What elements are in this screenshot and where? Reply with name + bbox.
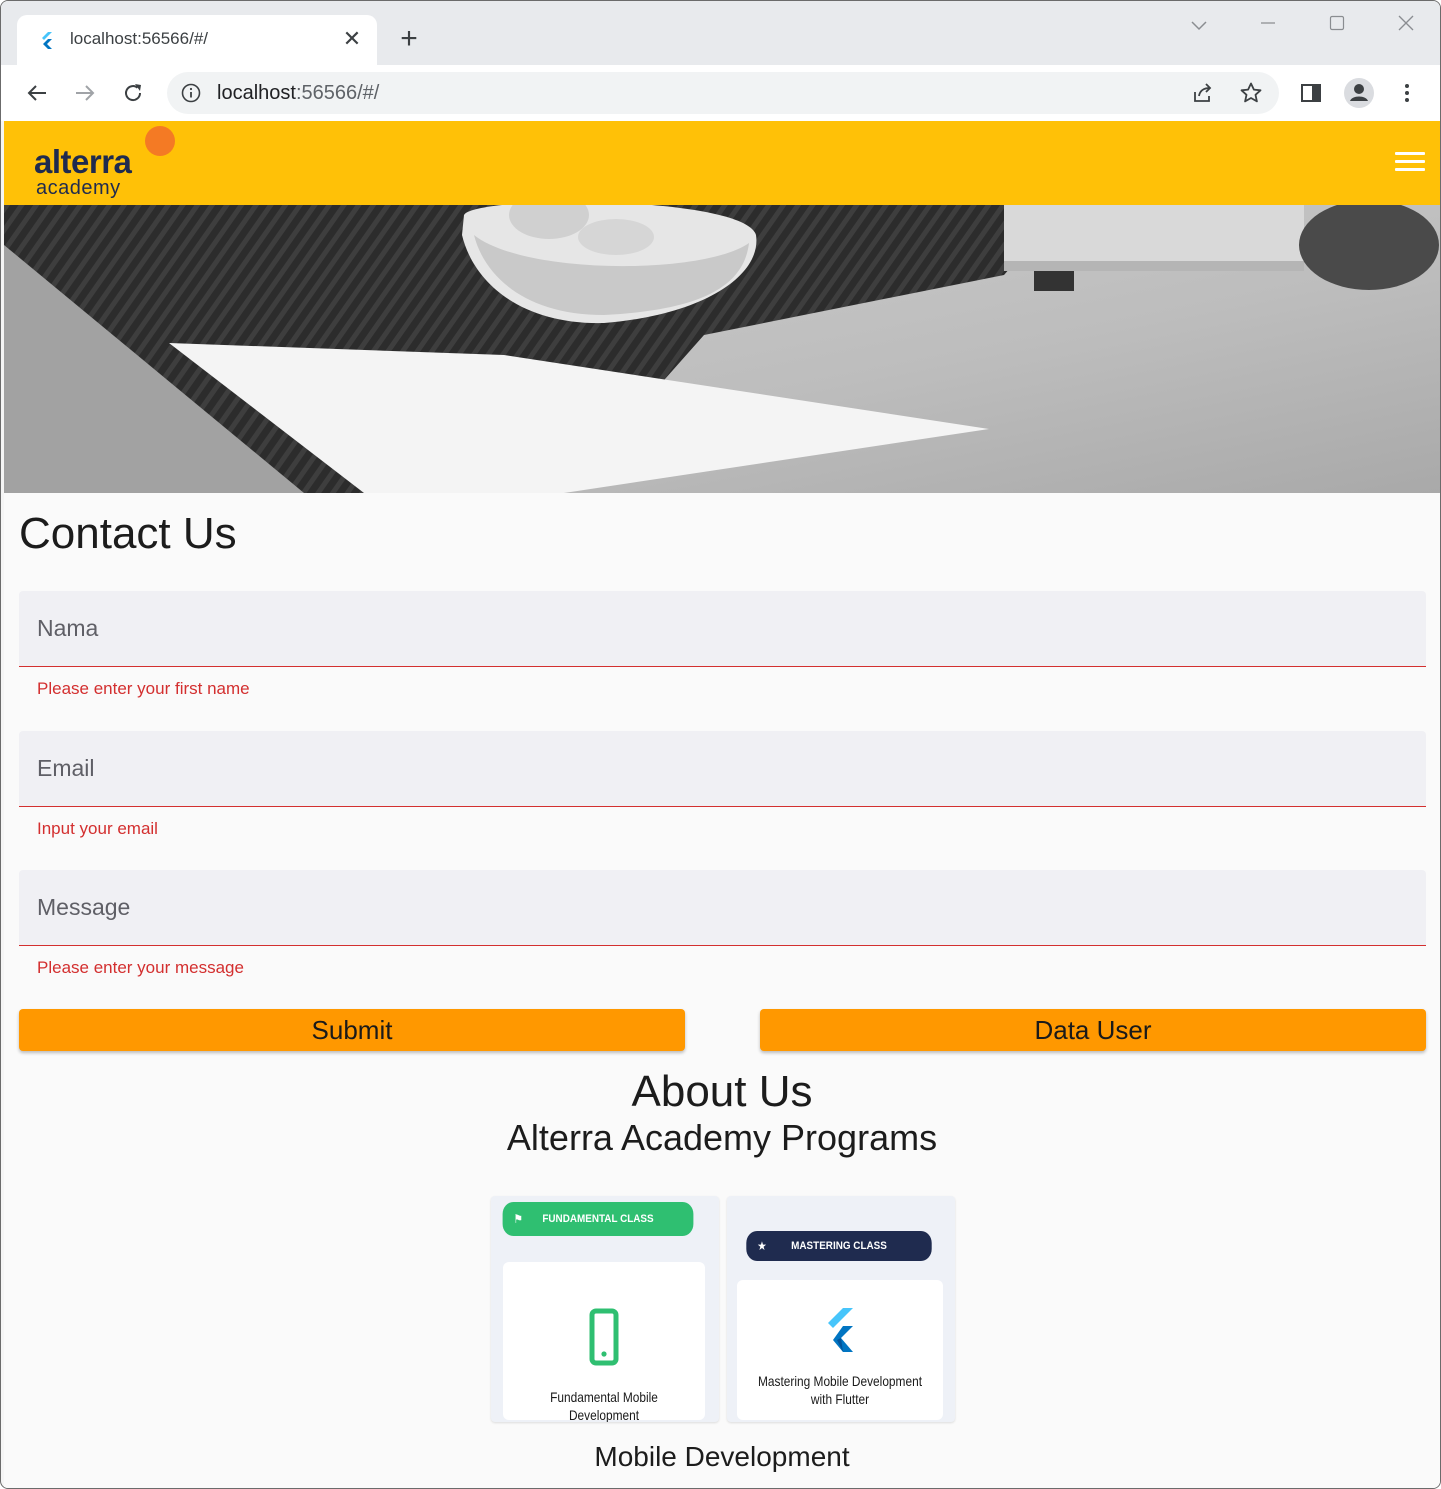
message-field[interactable]: [19, 870, 1426, 946]
alterra-logo[interactable]: alterra academy: [34, 126, 184, 202]
program-card-mastering[interactable]: ★ MASTERING CLASS Mastering Mobile Devel…: [727, 1196, 955, 1422]
mastering-class-badge: ★ MASTERING CLASS: [746, 1231, 932, 1261]
url-text[interactable]: localhost:56566/#/: [217, 82, 379, 105]
fundamental-badge-label: FUNDAMENTAL CLASS: [542, 1213, 654, 1225]
side-panel-icon[interactable]: [1295, 77, 1327, 109]
star-icon: ★: [757, 1239, 767, 1253]
phone-icon: [589, 1308, 619, 1366]
browser-window: localhost:56566/#/ ✕ + localhost:56566/#…: [0, 0, 1441, 1489]
mastering-badge-label: MASTERING CLASS: [791, 1240, 887, 1252]
mastering-card-body: Mastering Mobile Development with Flutte…: [737, 1280, 943, 1420]
browser-menu-icon[interactable]: [1391, 77, 1423, 109]
submit-button[interactable]: Submit: [19, 1009, 685, 1051]
flutter-favicon-icon: [42, 32, 52, 49]
browser-toolbar: localhost:56566/#/: [1, 65, 1440, 121]
logo-dot: [145, 126, 175, 156]
data-user-button[interactable]: Data User: [760, 1009, 1426, 1051]
logo-sub-text: academy: [36, 177, 121, 199]
main-content: Contact Us Please enter your first name …: [4, 493, 1440, 1488]
name-field[interactable]: [19, 591, 1426, 667]
email-field[interactable]: [19, 731, 1426, 807]
tab-title: localhost:56566/#/: [70, 29, 208, 48]
close-window-icon[interactable]: [1386, 11, 1426, 39]
message-input[interactable]: [19, 870, 1426, 945]
fundamental-card-body: Fundamental Mobile Development: [503, 1262, 705, 1422]
fundamental-card-title: Fundamental Mobile Development: [550, 1389, 658, 1422]
browser-tab[interactable]: localhost:56566/#/ ✕: [17, 15, 377, 65]
forward-icon[interactable]: [69, 77, 101, 109]
contact-heading: Contact Us: [19, 509, 237, 558]
mastering-card-title: Mastering Mobile Development with Flutte…: [757, 1373, 923, 1407]
maximize-icon[interactable]: [1317, 11, 1357, 39]
flag-icon: ⚑: [513, 1212, 524, 1226]
flutter-icon: [828, 1308, 853, 1352]
app-bar: alterra academy: [4, 121, 1440, 205]
back-icon[interactable]: [21, 77, 53, 109]
email-input[interactable]: [19, 731, 1426, 806]
tab-strip: localhost:56566/#/ ✕ +: [1, 1, 1440, 65]
site-info-icon[interactable]: [181, 83, 201, 103]
tab-search-icon[interactable]: [1179, 11, 1219, 39]
tab-close-icon[interactable]: ✕: [340, 27, 364, 51]
hamburger-menu-icon[interactable]: [1395, 152, 1425, 174]
logo-main-text: alterra: [34, 143, 132, 180]
program-card-fundamental[interactable]: ⚑ FUNDAMENTAL CLASS Fundamental Mobile D…: [491, 1196, 719, 1422]
name-input[interactable]: [19, 591, 1426, 666]
message-error: Please enter your message: [37, 958, 244, 977]
address-bar[interactable]: localhost:56566/#/: [167, 72, 1279, 114]
about-heading: About Us: [631, 1067, 813, 1116]
bookmark-star-icon[interactable]: [1235, 77, 1267, 109]
programs-heading: Alterra Academy Programs: [506, 1117, 938, 1158]
profile-avatar-icon[interactable]: [1343, 77, 1375, 109]
mobile-development-label: Mobile Development: [594, 1441, 850, 1472]
email-error: Input your email: [37, 819, 158, 838]
fundamental-class-badge: ⚑ FUNDAMENTAL CLASS: [502, 1202, 694, 1236]
reload-icon[interactable]: [117, 77, 149, 109]
share-icon[interactable]: [1187, 77, 1219, 109]
minimize-icon[interactable]: [1248, 11, 1288, 39]
name-error: Please enter your first name: [37, 679, 250, 698]
new-tab-icon[interactable]: +: [395, 24, 423, 54]
hero-image: [4, 205, 1440, 493]
